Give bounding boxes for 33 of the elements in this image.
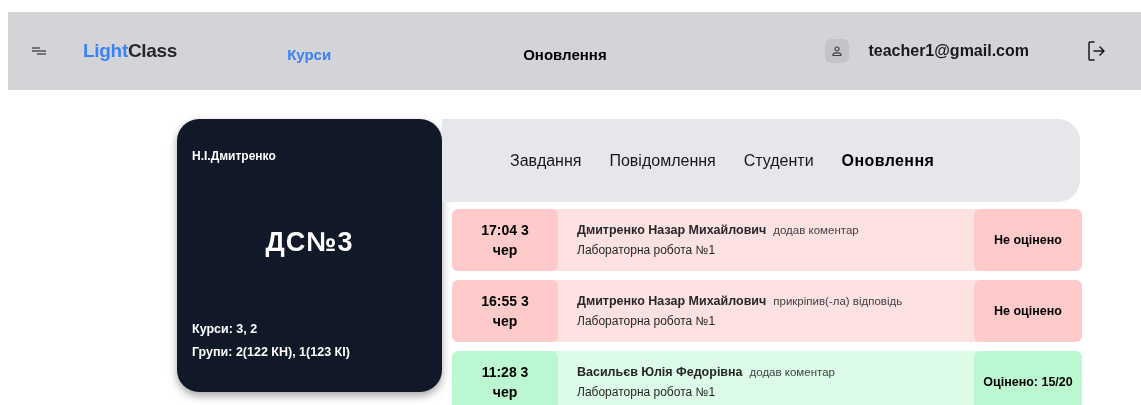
course-card[interactable]: Н.І.Дмитренко ДС№3 Курси: 3, 2 Групи: 2(122 КН), 1(123 КІ): [177, 119, 442, 392]
tab[interactable]: Повідомлення: [609, 148, 716, 173]
course-title: ДС№3: [265, 226, 354, 259]
update-row[interactable]: 16:55 3 чер Дмитренко Назар Михайлович прикріпив(-ла) відповідь Лабораторна робота №1 Не оцінено: [452, 280, 1082, 342]
logout-icon[interactable]: [1087, 40, 1105, 62]
task-name: Лабораторна робота №1: [577, 384, 716, 402]
student-name: Васильєв Юлія Федорівна: [577, 363, 743, 381]
update-row[interactable]: 17:04 3 чер Дмитренко Назар Михайлович додав коментар Лабораторна робота №1 Не оцінено: [452, 209, 1082, 271]
tab[interactable]: Студенти: [743, 148, 814, 173]
task-name: Лабораторна робота №1: [577, 313, 716, 331]
tab[interactable]: Оновлення: [841, 148, 935, 173]
grade-status: Оцінено: 15/20: [974, 351, 1082, 405]
tab[interactable]: Завдання: [510, 148, 582, 173]
logo[interactable]: LightClass: [83, 36, 178, 66]
student-name: Дмитренко Назар Михайлович: [577, 221, 767, 239]
action-text: додав коментар: [773, 222, 859, 238]
task-name: Лабораторна робота №1: [577, 242, 716, 260]
teacher-name: Н.І.Дмитренко: [192, 148, 276, 165]
grade-status: Не оцінено: [974, 209, 1082, 271]
menu-icon[interactable]: [32, 47, 46, 55]
update-time: 11:28 3 чер: [452, 351, 558, 405]
student-name: Дмитренко Назар Михайлович: [577, 292, 767, 310]
courses-text: Курси: 3, 2: [192, 320, 258, 338]
nav-link[interactable]: Оновлення: [523, 43, 607, 67]
update-time: 16:55 3 чер: [452, 280, 558, 342]
groups-text: Групи: 2(122 КН), 1(123 КІ): [192, 344, 350, 362]
update-row[interactable]: 11:28 3 чер Васильєв Юлія Федорівна додав коментар Лабораторна робота №1 Оцінено: 15/20: [452, 351, 1082, 405]
avatar-icon: [825, 39, 850, 63]
user-email: teacher1@gmail.com: [868, 41, 1029, 61]
update-time: 17:04 3 чер: [452, 209, 558, 271]
action-text: додав коментар: [749, 364, 835, 380]
grade-status: Не оцінено: [974, 280, 1082, 342]
action-text: прикріпив(-ла) відповідь: [773, 293, 903, 309]
